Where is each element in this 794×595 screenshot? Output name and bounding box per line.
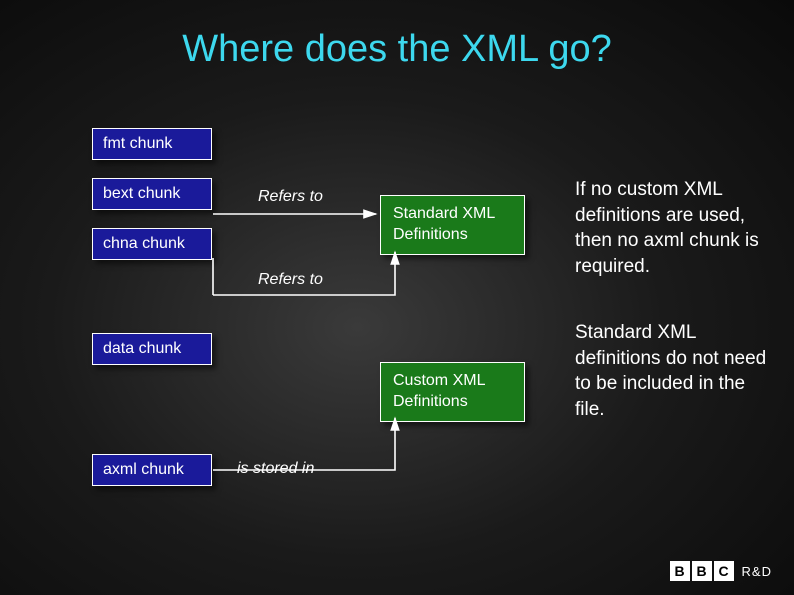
- logo-letter-c: C: [714, 561, 734, 581]
- edge-label-refers-1: Refers to: [258, 188, 323, 206]
- slide-title: Where does the XML go?: [0, 0, 794, 71]
- bext-chunk-box: bext chunk: [92, 178, 212, 210]
- edge-label-refers-2: Refers to: [258, 271, 323, 289]
- standard-xml-def-box: Standard XML Definitions: [380, 195, 525, 255]
- logo-rd-text: R&D: [742, 564, 772, 579]
- logo-letter-b1: B: [670, 561, 690, 581]
- body-text-1: If no custom XML definitions are used, t…: [575, 177, 775, 280]
- axml-chunk-box: axml chunk: [92, 454, 212, 486]
- chna-chunk-box: chna chunk: [92, 228, 212, 260]
- body-text-2: Standard XML definitions do not need to …: [575, 320, 775, 423]
- bbc-rd-logo: B B C R&D: [670, 561, 772, 581]
- data-chunk-box: data chunk: [92, 333, 212, 365]
- logo-letter-b2: B: [692, 561, 712, 581]
- edge-label-stored: is stored in: [237, 460, 314, 478]
- connector-arrows: [0, 0, 794, 595]
- fmt-chunk-box: fmt chunk: [92, 128, 212, 160]
- custom-xml-def-box: Custom XML Definitions: [380, 362, 525, 422]
